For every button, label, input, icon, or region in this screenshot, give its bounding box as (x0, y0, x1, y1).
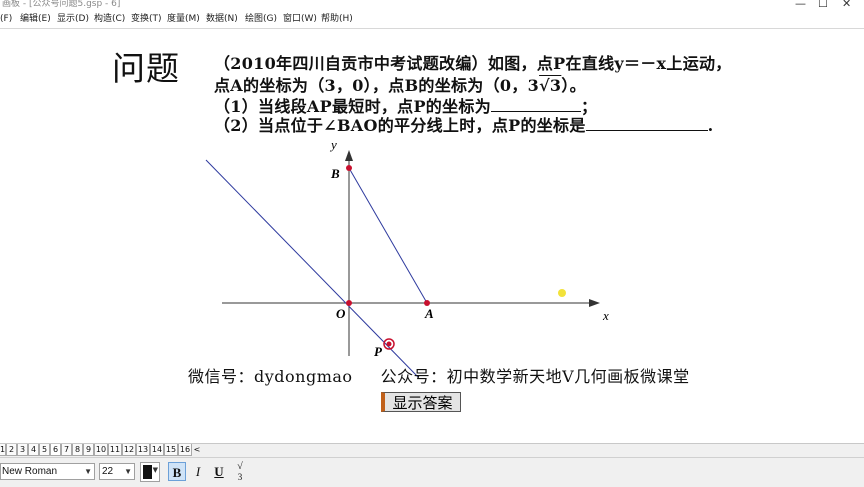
wechat-label: 微信号： (188, 367, 255, 386)
underline-button[interactable]: U (210, 462, 228, 481)
page-tab-10[interactable]: 10 (94, 444, 108, 456)
font-size-value: 22 (102, 466, 114, 477)
line-y-neg-x (205, 159, 419, 378)
geometry-figure: y x B O A P (205, 137, 609, 378)
text-toolbar: New Roman ▼ 22 ▼ ▼ B I U √ 3 (0, 457, 864, 487)
page-tab-2[interactable]: 2 (6, 444, 17, 456)
page-tab-14[interactable]: 14 (150, 444, 164, 456)
font-family-select[interactable]: New Roman ▼ (0, 463, 95, 480)
official-label: 公众号： (380, 367, 447, 386)
chevron-down-icon: ▼ (152, 466, 158, 474)
page-tab-12[interactable]: 12 (122, 444, 136, 456)
segment-ab (348, 167, 428, 304)
page-tab-5[interactable]: 5 (39, 444, 50, 456)
font-size-select[interactable]: 22 ▼ (99, 463, 135, 480)
page-tab-scroll-left[interactable]: < (192, 444, 202, 456)
label-y: y (329, 137, 337, 152)
font-family-value: New Roman (2, 466, 58, 477)
chevron-down-icon: ▼ (84, 467, 92, 476)
label-p: P (374, 344, 383, 359)
page-tab-16[interactable]: 16 (178, 444, 192, 456)
x-axis-arrow (589, 299, 600, 307)
wechat-id: dydongmao (254, 367, 353, 386)
point-p[interactable] (386, 341, 392, 347)
point-o[interactable] (346, 300, 352, 306)
sqrt-icon: √ (237, 461, 243, 472)
point-b[interactable] (346, 165, 352, 171)
y-axis-arrow (345, 150, 353, 161)
page-tab-9[interactable]: 9 (83, 444, 94, 456)
label-x: x (602, 308, 609, 323)
math-format-subscript: 3 (237, 472, 243, 482)
label-b: B (330, 166, 340, 181)
highlight-dot (558, 289, 566, 297)
official-account-name: 初中数学新天地V几何画板微课堂 (446, 367, 690, 386)
page-tab-4[interactable]: 4 (28, 444, 39, 456)
bold-button[interactable]: B (168, 462, 186, 481)
math-format-button[interactable]: √ 3 (231, 461, 249, 483)
contact-line: 微信号：dydongmao 公众号：初中数学新天地V几何画板微课堂 (188, 363, 690, 387)
chevron-down-icon: ▼ (124, 467, 132, 476)
text-color-button[interactable]: ▼ (140, 462, 160, 482)
page-tab-6[interactable]: 6 (50, 444, 61, 456)
page-tab-8[interactable]: 8 (72, 444, 83, 456)
page-tab-13[interactable]: 13 (136, 444, 150, 456)
page-tab-15[interactable]: 15 (164, 444, 178, 456)
italic-button[interactable]: I (189, 462, 207, 481)
label-a: A (424, 306, 434, 321)
page-tab-3[interactable]: 3 (17, 444, 28, 456)
page-tab-11[interactable]: 11 (108, 444, 122, 456)
label-o: O (336, 306, 346, 321)
page-tab-bar: 1 2 3 4 5 6 7 8 9 10 11 12 13 14 15 16 < (0, 443, 864, 457)
show-answer-button[interactable]: 显示答案 (381, 392, 461, 412)
page-tab-7[interactable]: 7 (61, 444, 72, 456)
color-swatch-icon (143, 465, 152, 479)
